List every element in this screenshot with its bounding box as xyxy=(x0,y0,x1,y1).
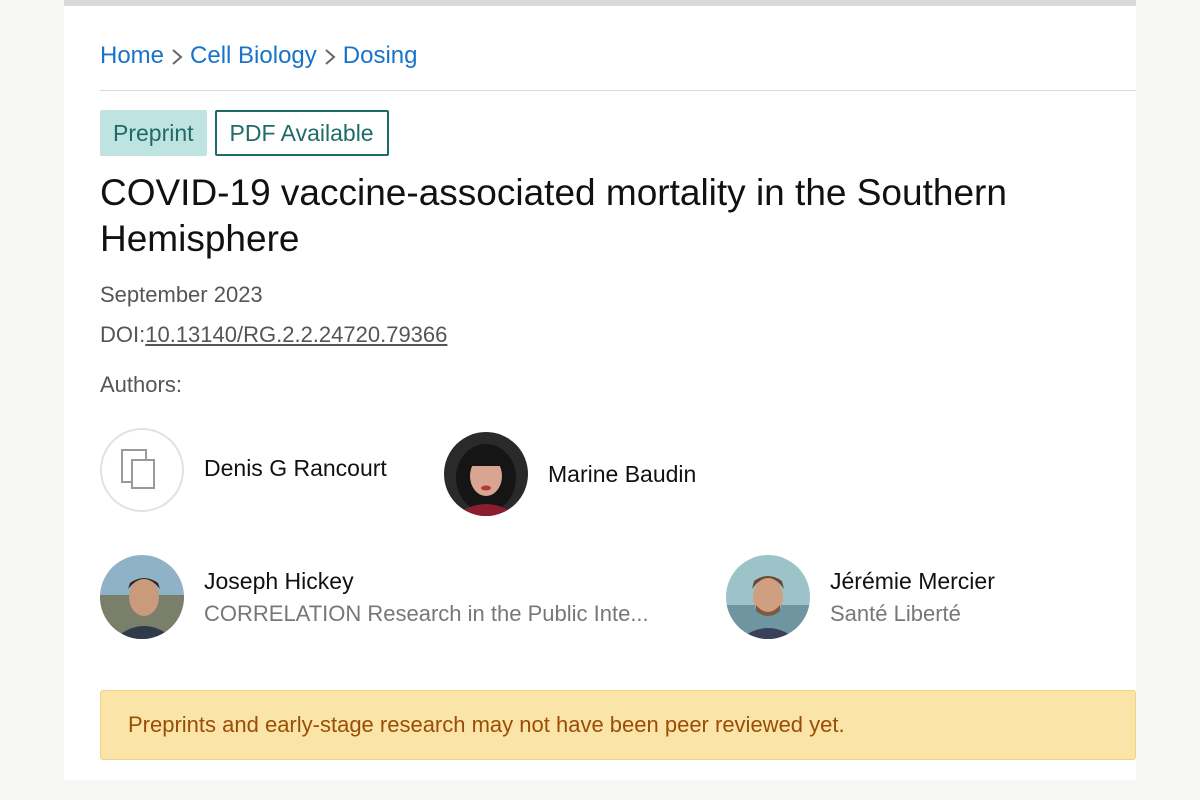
chevron-right-icon xyxy=(166,42,188,70)
doi-line: DOI:10.13140/RG.2.2.24720.79366 xyxy=(100,322,447,348)
author-name[interactable]: Marine Baudin xyxy=(548,461,696,488)
avatar xyxy=(100,555,184,639)
avatar xyxy=(444,432,528,516)
doi-label: DOI: xyxy=(100,322,146,347)
avatar xyxy=(726,555,810,639)
notice-text: Preprints and early-stage research may n… xyxy=(128,712,845,737)
divider xyxy=(100,90,1136,91)
preprint-badge: Preprint xyxy=(100,110,207,156)
author-card[interactable]: Marine Baudin xyxy=(444,432,696,516)
breadcrumb-cell-biology-link[interactable]: Cell Biology xyxy=(190,42,317,70)
breadcrumb-dosing-link[interactable]: Dosing xyxy=(343,42,418,70)
author-name[interactable]: Denis G Rancourt xyxy=(204,455,387,482)
doi-link[interactable]: 10.13140/RG.2.2.24720.79366 xyxy=(145,322,447,347)
top-bar xyxy=(64,0,1136,6)
author-affiliation: CORRELATION Research in the Public Inte.… xyxy=(204,600,649,626)
author-name[interactable]: Jérémie Mercier xyxy=(830,568,995,595)
authors-label: Authors: xyxy=(100,372,182,397)
avatar-placeholder-icon xyxy=(100,428,184,512)
chevron-right-icon xyxy=(319,42,341,70)
author-card[interactable]: Jérémie Mercier Santé Liberté xyxy=(726,555,995,639)
pdf-available-button[interactable]: PDF Available xyxy=(214,110,389,156)
peer-review-notice: Preprints and early-stage research may n… xyxy=(100,690,1136,760)
badge-row: Preprint PDF Available xyxy=(100,110,389,156)
author-card[interactable]: Denis G Rancourt xyxy=(100,428,387,512)
publication-date: September 2023 xyxy=(100,282,263,307)
author-name[interactable]: Joseph Hickey xyxy=(204,568,649,595)
article-title: COVID-19 vaccine-associated mortality in… xyxy=(100,172,1007,259)
author-affiliation: Santé Liberté xyxy=(830,600,961,626)
breadcrumb: Home Cell Biology Dosing xyxy=(100,40,417,72)
author-card[interactable]: Joseph Hickey CORRELATION Research in th… xyxy=(100,555,649,639)
breadcrumb-home-link[interactable]: Home xyxy=(100,42,164,70)
